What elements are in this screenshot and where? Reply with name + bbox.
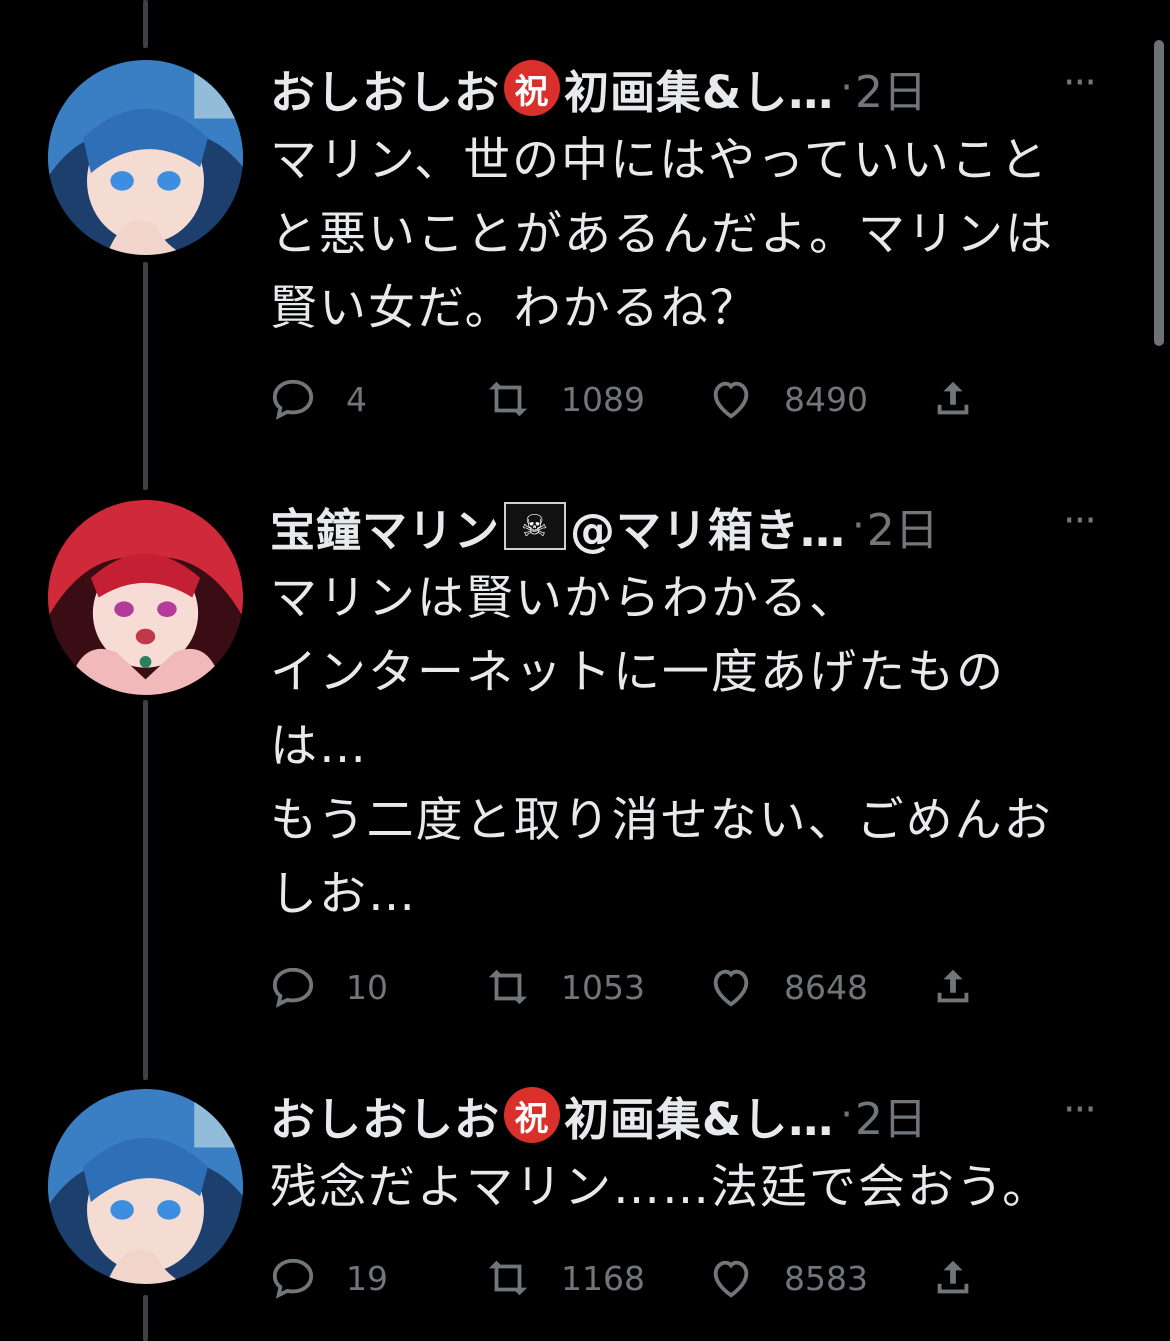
retweet-button[interactable]: 1168 <box>485 1255 645 1301</box>
reply-icon <box>272 967 314 1008</box>
retweet-count: 1053 <box>561 967 645 1007</box>
reply-count: 19 <box>346 1258 388 1298</box>
retweet-button[interactable]: 1089 <box>485 376 645 422</box>
tweet-header: 宝鐘マリン ☠ @マリ箱き… · 2日 ··· <box>270 494 1140 559</box>
separator-dot: · <box>852 503 865 549</box>
avatar[interactable] <box>48 60 243 255</box>
timestamp[interactable]: 2日 <box>867 494 939 558</box>
like-count: 8490 <box>784 379 868 419</box>
blue-hair-avatar-icon <box>48 60 243 255</box>
tweet-actions: 19 1168 8583 <box>270 1255 990 1305</box>
reply-button[interactable]: 19 <box>270 1255 388 1301</box>
retweet-count: 1089 <box>561 379 645 419</box>
like-button[interactable]: 8648 <box>708 964 868 1010</box>
tweet-header: おしおしお 祝 初画集&し… · 2日 ··· <box>270 56 1140 121</box>
heart-icon <box>713 969 749 1007</box>
timestamp[interactable]: 2日 <box>855 1083 927 1147</box>
retweet-icon <box>488 381 528 417</box>
tweet-text: マリン、世の中にはやっていいこと と悪いことがあるんだよ。マリンは 賢い女だ。わ… <box>270 133 1054 336</box>
like-button[interactable]: 8583 <box>708 1255 868 1301</box>
reply-button[interactable]: 4 <box>270 376 367 422</box>
heart-icon <box>713 381 749 419</box>
tweet-actions: 4 1089 8490 <box>270 376 990 426</box>
author-name-suffix: @マリ箱き… <box>570 503 847 557</box>
retweet-button[interactable]: 1053 <box>485 964 645 1010</box>
retweet-icon <box>488 1260 528 1296</box>
separator-dot: · <box>840 1092 853 1138</box>
share-icon <box>937 969 969 1003</box>
reply-button[interactable]: 10 <box>270 964 388 1010</box>
like-count: 8648 <box>784 967 868 1007</box>
share-icon <box>937 1260 969 1294</box>
avatar[interactable] <box>48 500 243 695</box>
author-name-text: おしおしお <box>270 65 501 119</box>
author-name-suffix: 初画集&し… <box>564 1092 835 1146</box>
retweet-icon <box>488 969 528 1005</box>
author-name[interactable]: 宝鐘マリン ☠ @マリ箱き… <box>270 494 846 559</box>
thread-line <box>143 0 148 48</box>
like-count: 8583 <box>784 1258 868 1298</box>
pirate-flag-icon: ☠ <box>504 502 567 550</box>
more-options-icon[interactable]: ··· <box>1063 498 1097 544</box>
reply-icon <box>272 1258 314 1299</box>
tweet-header: おしおしお 祝 初画集&し… · 2日 ··· <box>270 1083 1140 1148</box>
scrollbar[interactable] <box>1154 40 1164 346</box>
tweet-text: 残念だよマリン……法廷で会おう。 <box>270 1160 1052 1215</box>
separator-dot: · <box>840 65 853 111</box>
celebration-badge-icon: 祝 <box>504 1087 561 1143</box>
tweet[interactable]: おしおしお 祝 初画集&し… · 2日 ··· マリン、世の中にはやっていいこと… <box>0 58 1150 458</box>
red-hair-avatar-icon <box>48 500 243 695</box>
like-button[interactable]: 8490 <box>708 376 868 422</box>
timestamp[interactable]: 2日 <box>855 56 927 120</box>
author-name-text: おしおしお <box>270 1092 501 1146</box>
heart-icon <box>713 1260 749 1298</box>
author-name[interactable]: おしおしお 祝 初画集&し… <box>270 1083 834 1148</box>
share-button[interactable] <box>930 964 1006 1010</box>
reply-count: 10 <box>346 967 388 1007</box>
share-button[interactable] <box>930 1255 1006 1301</box>
share-icon <box>937 381 969 415</box>
author-name[interactable]: おしおしお 祝 初画集&し… <box>270 56 834 121</box>
author-name-suffix: 初画集&し… <box>564 65 835 119</box>
retweet-count: 1168 <box>561 1258 645 1298</box>
avatar[interactable] <box>48 1089 243 1284</box>
tweet-text: マリンは賢いからわかる、 インターネットに一度あげたもの は… もう二度と取り消… <box>270 571 1053 922</box>
tweet[interactable]: おしおしお 祝 初画集&し… · 2日 ··· 残念だよマリン……法廷で会おう。… <box>0 1085 1150 1335</box>
reply-icon <box>272 379 314 420</box>
celebration-badge-icon: 祝 <box>504 60 561 116</box>
blue-hair-avatar-icon <box>48 1089 243 1284</box>
reply-count: 4 <box>346 379 367 419</box>
tweet[interactable]: 宝鐘マリン ☠ @マリ箱き… · 2日 ··· マリンは賢いからわかる、 インタ… <box>0 496 1150 1016</box>
tweet-actions: 10 1053 8648 <box>270 964 990 1014</box>
more-options-icon[interactable]: ··· <box>1063 1087 1097 1133</box>
share-button[interactable] <box>930 376 1006 422</box>
more-options-icon[interactable]: ··· <box>1063 60 1097 106</box>
author-name-text: 宝鐘マリン <box>270 503 501 557</box>
